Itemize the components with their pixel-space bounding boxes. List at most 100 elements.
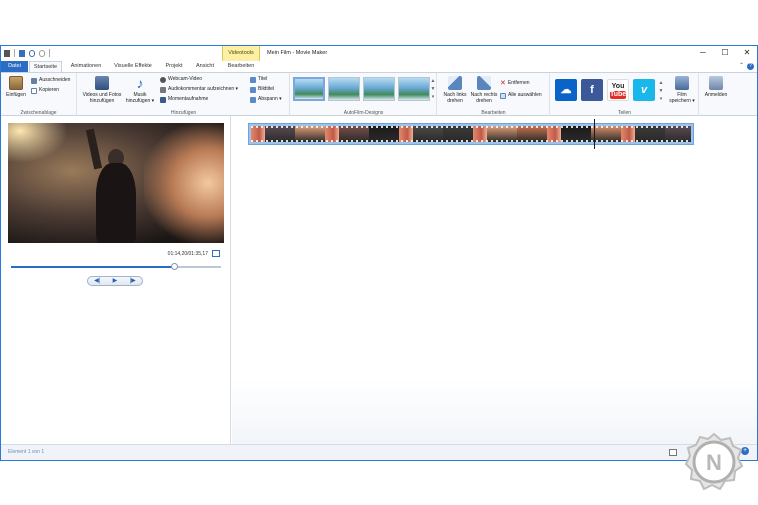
add-caption-button[interactable]: Bildtitel — [250, 85, 274, 94]
snapshot-button[interactable]: Momentaufnahme — [160, 95, 208, 104]
next-frame-button[interactable]: |▶ — [130, 276, 136, 286]
remove-button[interactable]: ✕ Entfernen — [500, 79, 530, 88]
status-bar: Element 1 von 1 − + — [1, 444, 757, 460]
rotate-left-button[interactable]: Nach links drehen — [440, 76, 470, 104]
preview-pane: 01:14,20/01:35,17 ◀| ▶ |▶ — [1, 116, 231, 444]
caption-label: Bildtitel — [258, 86, 275, 92]
sign-in-button[interactable]: Anmelden — [701, 76, 731, 98]
onedrive-icon[interactable]: ☁ — [555, 79, 577, 101]
save-icon[interactable] — [19, 49, 25, 57]
snapshot-label: Momentaufnahme — [168, 96, 209, 102]
tab-visual-effects[interactable]: Visuelle Effekte — [109, 61, 157, 72]
seek-progress — [11, 266, 174, 268]
minimize-button[interactable]: ─ — [699, 48, 707, 58]
previous-frame-button[interactable]: ◀| — [94, 276, 100, 286]
tab-file[interactable]: Datei — [1, 61, 28, 72]
storyboard-view-icon[interactable] — [669, 449, 677, 456]
preview-timecode: 01:14,20/01:35,17 — [167, 251, 208, 257]
tab-edit[interactable]: Bearbeiten — [223, 61, 259, 72]
tab-animations[interactable]: Animationen — [65, 61, 107, 72]
cut-label: Ausschneiden — [39, 77, 71, 83]
theme-thumbnail[interactable] — [363, 77, 395, 101]
add-videos-button[interactable]: Videos und Fotos hinzufügen — [80, 76, 124, 104]
title-label: Titel — [258, 76, 268, 82]
ribbon-tab-row: Datei Startseite Animationen Visuelle Ef… — [1, 61, 757, 72]
webcam-icon — [160, 76, 166, 83]
caption-icon — [250, 86, 256, 93]
tab-view[interactable]: Ansicht — [191, 61, 219, 72]
ribbon-collapse-icon[interactable]: ⌃ — [739, 61, 744, 72]
watermark-logo: N — [684, 432, 744, 491]
rotate-left-icon — [448, 76, 462, 90]
video-clip-timeline[interactable] — [248, 123, 694, 145]
sprocket-holes — [251, 140, 691, 142]
add-credits-button[interactable]: Abspann ▾ — [250, 95, 282, 104]
cut-button[interactable]: Ausschneiden — [31, 76, 70, 85]
qat-separator — [14, 49, 15, 57]
group-add: Videos und Fotos hinzufügen ♪ Musik hinz… — [78, 73, 290, 117]
redo-icon[interactable] — [39, 49, 45, 57]
scissors-icon — [31, 77, 37, 84]
quick-access-toolbar — [4, 49, 50, 57]
add-title-button[interactable]: Titel — [250, 75, 267, 84]
videotools-context-tab: Videotools — [222, 46, 260, 61]
film-add-icon — [95, 76, 109, 90]
paste-button[interactable]: Einfügen — [3, 76, 29, 98]
play-button[interactable]: ▶ — [113, 276, 118, 286]
sign-in-label: Anmelden — [704, 92, 728, 98]
copy-button[interactable]: Kopieren — [31, 86, 59, 95]
select-all-icon — [500, 92, 506, 99]
webcam-video-button[interactable]: Webcam-Video — [160, 75, 202, 84]
select-all-label: Alle auswählen — [508, 92, 542, 98]
performer-figure — [96, 163, 136, 243]
seek-thumb[interactable] — [170, 263, 178, 270]
record-narration-button[interactable]: Audiokommentar aufzeichnen ▾ — [160, 85, 238, 94]
theme-thumbnail[interactable] — [398, 77, 430, 101]
microphone-icon — [160, 86, 166, 93]
window-title: Mein Film - Movie Maker — [267, 50, 328, 56]
tab-project[interactable]: Projekt — [159, 61, 189, 72]
share-gallery-scroll[interactable]: ▲ ▼ ▾ — [658, 79, 664, 103]
select-all-button[interactable]: Alle auswählen — [500, 91, 542, 100]
youtube-tube: Tube — [610, 91, 627, 99]
add-music-label-2: hinzufügen ▾ — [125, 98, 155, 104]
app-menu-icon[interactable] — [4, 49, 10, 57]
theme-thumbnail[interactable] — [328, 77, 360, 101]
paste-icon — [9, 76, 23, 90]
movie-maker-window: Videotools Mein Film - Movie Maker ─ ☐ ✕… — [0, 45, 758, 461]
video-preview[interactable] — [8, 123, 224, 243]
music-note-icon: ♪ — [136, 75, 144, 91]
close-button[interactable]: ✕ — [743, 48, 751, 58]
theme-gallery-scroll[interactable]: ▲ ▼ ▾ — [430, 77, 436, 101]
theme-thumbnail[interactable] — [293, 77, 325, 101]
snapshot-icon — [160, 96, 166, 103]
save-movie-button[interactable]: Film speichern ▾ — [667, 76, 697, 104]
narration-label: Audiokommentar aufzeichnen ▾ — [168, 86, 239, 92]
fullscreen-preview-icon[interactable] — [212, 250, 220, 257]
save-movie-icon — [675, 76, 689, 90]
qat-separator — [49, 49, 50, 57]
maximize-button[interactable]: ☐ — [721, 48, 729, 58]
rotate-right-button[interactable]: Nach rechts drehen — [469, 76, 499, 104]
playhead-marker[interactable] — [594, 119, 595, 149]
seek-bar[interactable] — [11, 266, 221, 268]
help-icon[interactable]: ? — [747, 63, 754, 70]
youtube-you: You — [611, 83, 625, 90]
vimeo-icon[interactable]: v — [633, 79, 655, 101]
rotate-right-label-2: drehen — [476, 98, 492, 104]
undo-icon[interactable] — [29, 49, 35, 57]
remove-label: Entfernen — [507, 80, 530, 86]
tab-home[interactable]: Startseite — [29, 61, 62, 72]
filmstrip — [251, 126, 691, 142]
stage-light — [144, 123, 224, 243]
rotate-right-icon — [477, 76, 491, 90]
group-clipboard: Einfügen Ausschneiden Kopieren Zwischena… — [1, 73, 77, 117]
user-sign-in-icon — [709, 76, 723, 90]
add-music-button[interactable]: ♪ Musik hinzufügen ▾ — [124, 76, 156, 104]
status-text: Element 1 von 1 — [8, 449, 45, 455]
title-bar: Videotools Mein Film - Movie Maker ─ ☐ ✕ — [1, 46, 757, 61]
youtube-icon[interactable]: You Tube — [607, 79, 629, 101]
facebook-icon[interactable]: f — [581, 79, 603, 101]
watermark-letter: N — [706, 450, 722, 475]
save-movie-label-2: speichern ▾ — [669, 98, 695, 104]
